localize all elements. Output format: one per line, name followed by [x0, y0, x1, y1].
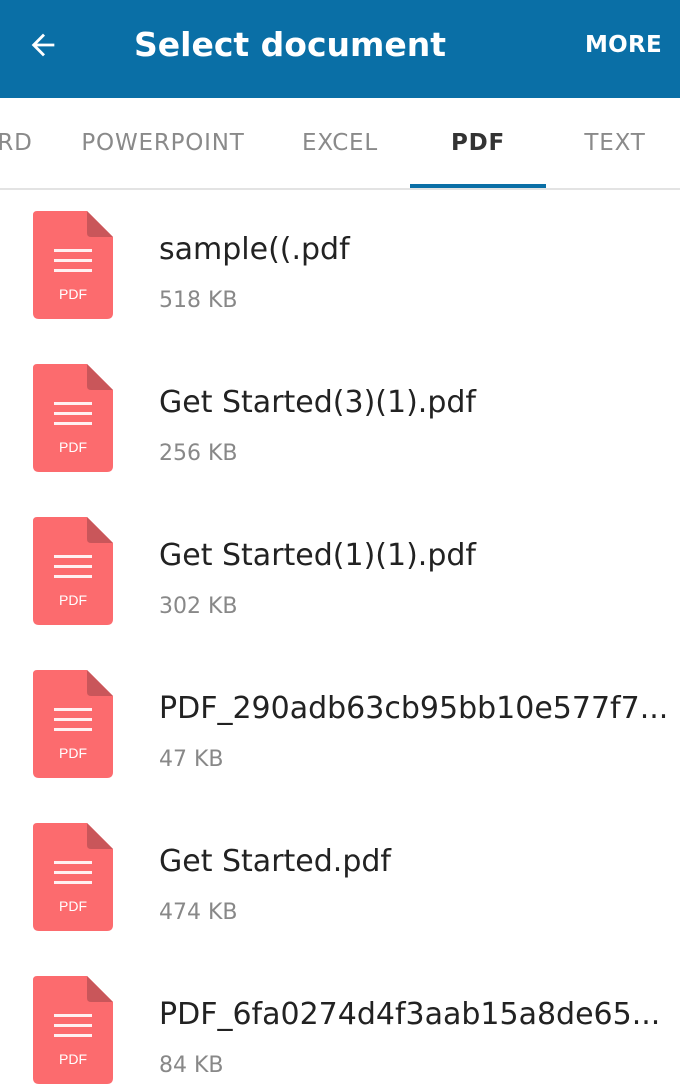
- file-size: 518 KB: [159, 288, 238, 313]
- tab-pdf[interactable]: PDF: [410, 98, 546, 188]
- file-name: sample((.pdf: [159, 232, 350, 267]
- tab-word[interactable]: RD: [0, 98, 60, 188]
- file-size: 84 KB: [159, 1053, 224, 1078]
- tab-excel[interactable]: EXCEL: [272, 98, 408, 188]
- page-title: Select document: [134, 25, 447, 64]
- list-item[interactable]: PDF Get Started(3)(1).pdf 256 KB: [0, 343, 680, 496]
- arrow-left-icon: [31, 33, 55, 57]
- svg-text:PDF: PDF: [59, 592, 87, 608]
- pdf-file-icon: PDF: [33, 670, 113, 778]
- file-size: 474 KB: [159, 900, 238, 925]
- more-button[interactable]: MORE: [585, 28, 662, 62]
- pdf-file-icon: PDF: [33, 364, 113, 472]
- svg-text:PDF: PDF: [59, 286, 87, 302]
- svg-text:PDF: PDF: [59, 439, 87, 455]
- file-size: 302 KB: [159, 594, 238, 619]
- file-name: PDF_6fa0274d4f3aab15a8de65...: [159, 997, 661, 1032]
- svg-text:PDF: PDF: [59, 1051, 87, 1067]
- file-size: 47 KB: [159, 747, 224, 772]
- app-bar: Select document MORE: [0, 0, 680, 98]
- pdf-file-icon: PDF: [33, 211, 113, 319]
- tab-powerpoint[interactable]: POWERPOINT: [70, 98, 256, 188]
- file-name: Get Started(3)(1).pdf: [159, 385, 476, 420]
- file-list: PDF sample((.pdf 518 KB PDF Get Started(…: [0, 190, 680, 1087]
- list-item[interactable]: PDF PDF_6fa0274d4f3aab15a8de65... 84 KB: [0, 955, 680, 1087]
- back-button[interactable]: [16, 18, 70, 72]
- active-tab-indicator: [410, 184, 546, 188]
- svg-text:PDF: PDF: [59, 745, 87, 761]
- file-type-tabs: RD POWERPOINT EXCEL PDF TEXT: [0, 98, 680, 190]
- file-name: PDF_290adb63cb95bb10e577f7...: [159, 691, 669, 726]
- document-picker-screen: Select document MORE RD POWERPOINT EXCEL…: [0, 0, 680, 1087]
- file-name: Get Started.pdf: [159, 844, 391, 879]
- svg-text:PDF: PDF: [59, 898, 87, 914]
- list-item[interactable]: PDF Get Started(1)(1).pdf 302 KB: [0, 496, 680, 649]
- file-name: Get Started(1)(1).pdf: [159, 538, 476, 573]
- list-item[interactable]: PDF PDF_290adb63cb95bb10e577f7... 47 KB: [0, 649, 680, 802]
- pdf-file-icon: PDF: [33, 517, 113, 625]
- pdf-file-icon: PDF: [33, 823, 113, 931]
- pdf-file-icon: PDF: [33, 976, 113, 1084]
- list-item[interactable]: PDF Get Started.pdf 474 KB: [0, 802, 680, 955]
- list-item[interactable]: PDF sample((.pdf 518 KB: [0, 190, 680, 343]
- tab-text[interactable]: TEXT: [548, 98, 680, 188]
- file-size: 256 KB: [159, 441, 238, 466]
